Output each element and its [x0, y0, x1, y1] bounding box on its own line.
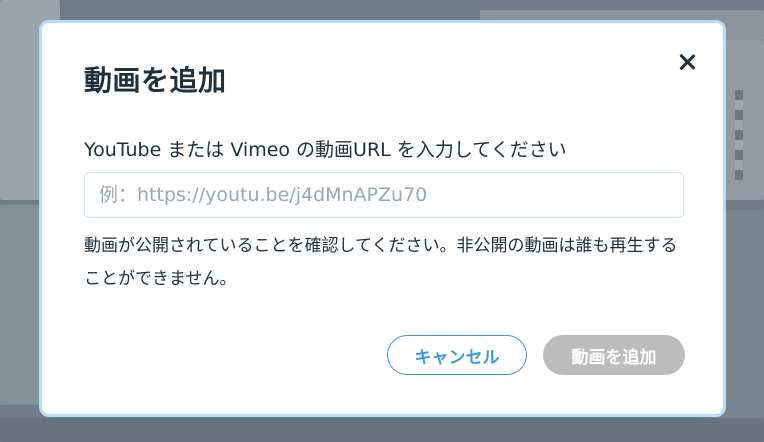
background-footer — [0, 418, 764, 442]
video-url-input[interactable] — [84, 172, 684, 218]
close-icon[interactable] — [674, 49, 700, 75]
privacy-note: 動画が公開されていることを確認してください。非公開の動画は誰も再生することができ… — [84, 236, 678, 289]
add-video-dialog: 動画を追加 YouTube または Vimeo の動画URL を入力してください… — [39, 20, 726, 417]
url-field-label: YouTube または Vimeo の動画URL を入力してください — [84, 139, 567, 161]
background-building-windows — [735, 90, 743, 180]
cancel-button[interactable]: キャンセル — [387, 335, 527, 375]
add-video-button[interactable]: 動画を追加 — [543, 335, 685, 375]
dialog-title: 動画を追加 — [84, 64, 227, 97]
screen: 動画を追加 YouTube または Vimeo の動画URL を入力してください… — [0, 0, 764, 442]
